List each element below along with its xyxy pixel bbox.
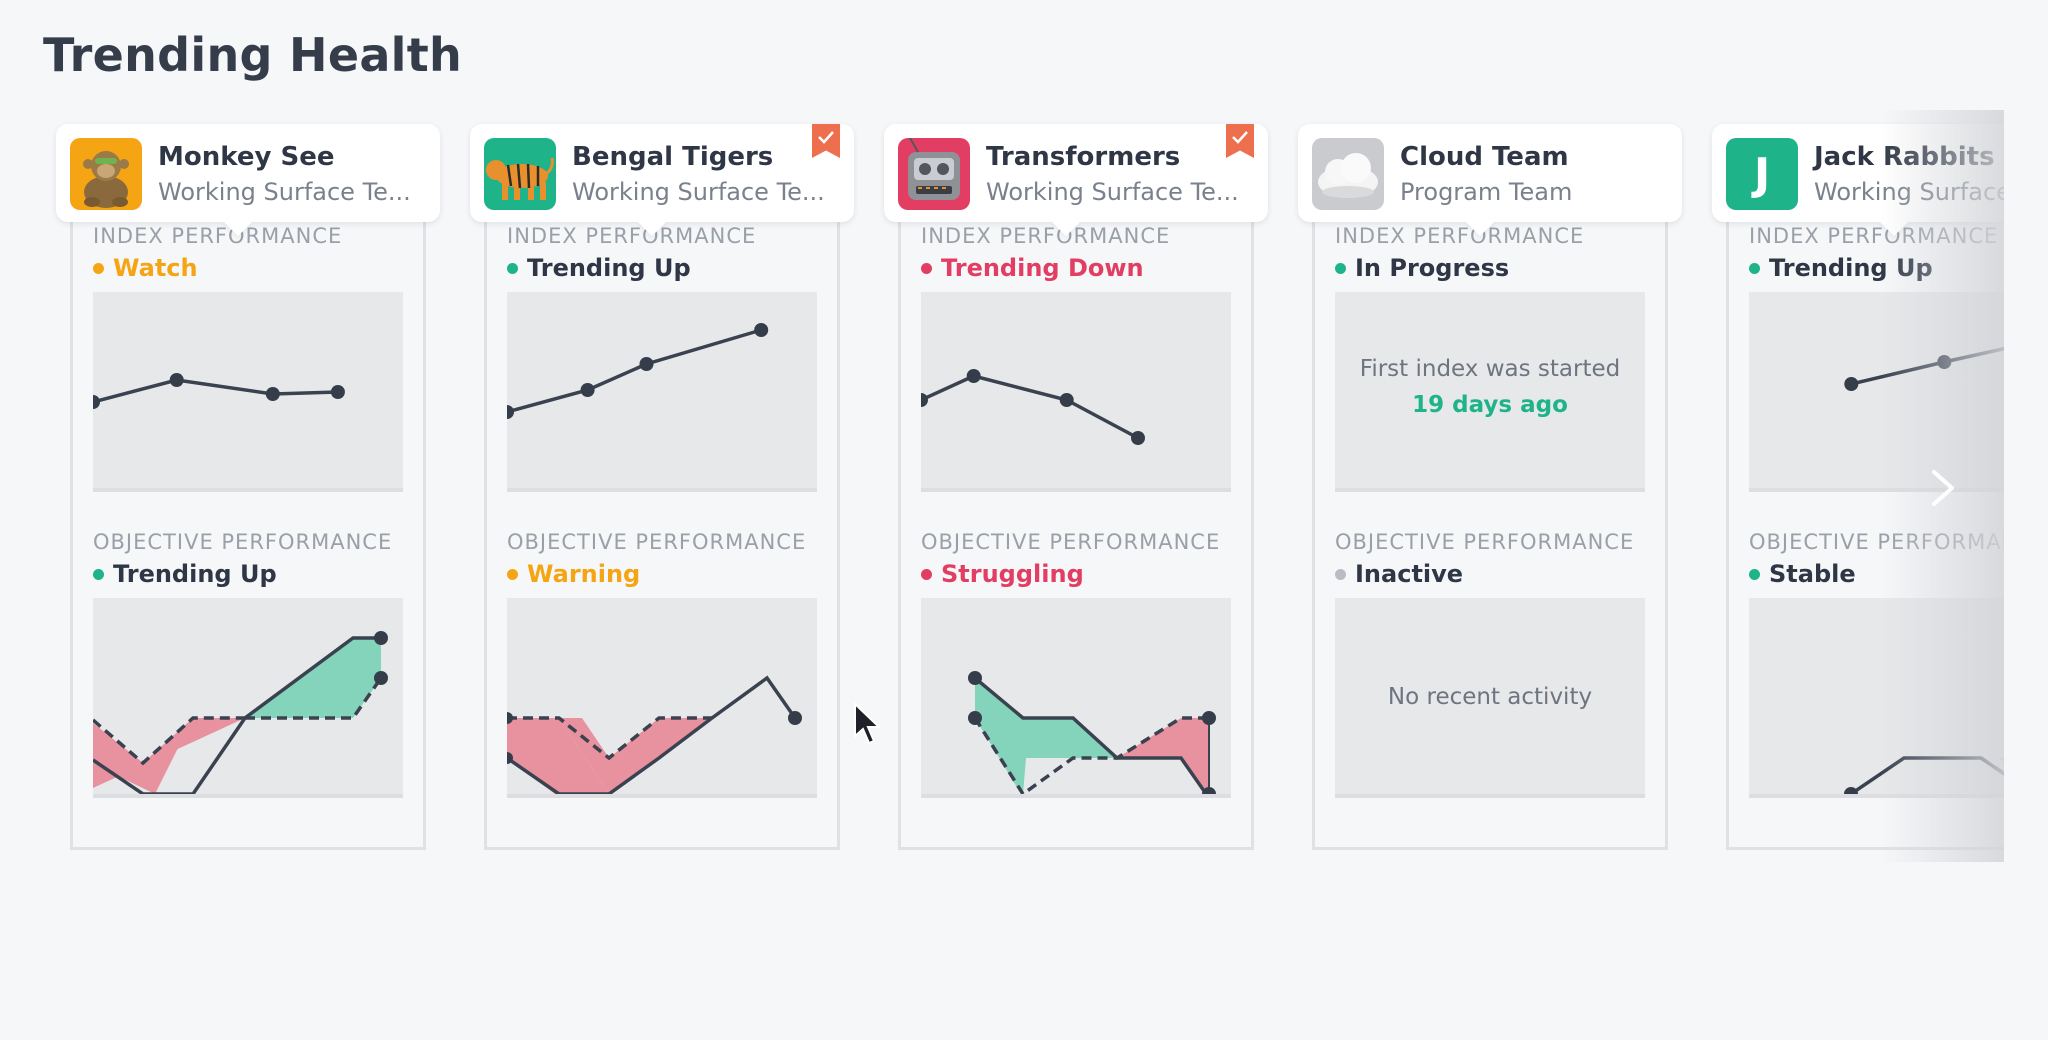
index-performance-label: INDEX PERFORMANCE <box>921 224 1171 248</box>
objective-performance-label: OBJECTIVE PERFORMANCE <box>507 530 807 554</box>
team-card-header[interactable]: Bengal Tigers Working Surface Te... <box>470 124 854 237</box>
index-chart: First index was started 19 days ago <box>1335 292 1645 492</box>
team-name: Bengal Tigers <box>572 142 774 172</box>
team-subtitle: Working Surface Te... <box>986 178 1239 206</box>
objective-status: Inactive <box>1335 560 1463 588</box>
index-status: Trending Up <box>507 254 691 282</box>
index-data-point <box>1131 431 1145 445</box>
team-name: Transformers <box>986 142 1181 172</box>
objective-chart: No recent activity <box>1335 598 1645 798</box>
status-dot <box>507 262 518 274</box>
objective-chart[interactable] <box>93 598 403 798</box>
robot-avatar <box>898 138 970 210</box>
objective-empty-message: No recent activity <box>1387 684 1593 710</box>
index-data-point <box>754 323 769 337</box>
team-card-header[interactable]: Monkey See Working Surface Te... <box>56 124 440 237</box>
index-data-point <box>966 369 981 383</box>
index-data-point <box>1059 393 1074 407</box>
index-data-point <box>507 405 514 419</box>
team-card[interactable]: Monkey See Working Surface Te... INDEX P… <box>56 124 440 864</box>
bookmark-icon[interactable] <box>1226 124 1254 158</box>
team-subtitle: Working Surface Te... <box>158 178 411 206</box>
index-status: Trending Down <box>921 254 1144 282</box>
objective-status: Warning <box>507 560 640 588</box>
team-subtitle: Program Team <box>1400 178 1573 206</box>
index-performance-label: INDEX PERFORMANCE <box>507 224 757 248</box>
index-series-line <box>93 378 338 404</box>
status-dot <box>1335 262 1346 274</box>
status-dot <box>921 262 932 274</box>
index-line-chart <box>93 373 345 409</box>
index-chart[interactable] <box>921 292 1231 492</box>
team-card-header[interactable]: Transformers Working Surface Te... <box>884 124 1268 237</box>
objective-area-chart <box>968 671 1216 794</box>
status-dot <box>1749 568 1760 580</box>
card-body: INDEX PERFORMANCE Watch OBJECTIVE PERFOR… <box>70 194 426 850</box>
status-dot <box>93 568 104 580</box>
objective-performance-label: OBJECTIVE PERFORMANCE <box>921 530 1221 554</box>
objective-area-chart <box>93 631 388 794</box>
index-line-chart <box>921 369 1145 445</box>
index-status: Watch <box>93 254 198 282</box>
index-line-chart <box>507 323 769 419</box>
page-title: Trending Health <box>43 28 463 82</box>
cloud-avatar <box>1312 138 1384 210</box>
monkey-icon <box>83 151 129 208</box>
tiger-avatar <box>484 138 556 210</box>
index-data-point <box>93 395 100 409</box>
objective-status: Struggling <box>921 560 1084 588</box>
objective-status: Stable <box>1749 560 1856 588</box>
index-data-point <box>921 393 928 407</box>
objective-performance-label: OBJECTIVE PERFORMANCE <box>1335 530 1635 554</box>
status-dot <box>921 568 932 580</box>
objective-performance-label: OBJECTIVE PERFORMANCE <box>93 530 393 554</box>
letter-j-avatar: J <box>1726 138 1798 210</box>
card-body: INDEX PERFORMANCE In Progress First inde… <box>1312 194 1668 850</box>
index-data-point <box>639 357 654 371</box>
card-body: INDEX PERFORMANCE Trending Up OBJECTIVE … <box>484 194 840 850</box>
team-carousel: Monkey See Working Surface Te... INDEX P… <box>0 110 2004 870</box>
chevron-right-icon[interactable] <box>1926 468 1960 508</box>
index-data-point <box>330 385 345 399</box>
index-data-point <box>265 387 280 401</box>
robot-icon <box>908 138 960 200</box>
objective-status: Trending Up <box>93 560 277 588</box>
team-card[interactable]: Bengal Tigers Working Surface Te... INDE… <box>470 124 854 864</box>
status-dot <box>507 568 518 580</box>
team-subtitle: Working Surface Te... <box>572 178 825 206</box>
bookmark-icon[interactable] <box>812 124 840 158</box>
status-dot <box>1749 262 1760 274</box>
index-data-point <box>169 373 184 387</box>
team-name: Monkey See <box>158 142 335 172</box>
team-name: Cloud Team <box>1400 142 1569 172</box>
index-status: In Progress <box>1335 254 1509 282</box>
index-performance-label: INDEX PERFORMANCE <box>93 224 343 248</box>
objective-area-chart <box>507 675 802 794</box>
objective-chart[interactable] <box>921 598 1231 798</box>
mouse-cursor-icon <box>854 702 882 745</box>
index-series-line <box>507 328 762 414</box>
status-dot <box>1335 568 1346 580</box>
index-chart[interactable] <box>93 292 403 492</box>
index-data-point <box>580 383 595 397</box>
team-card[interactable]: Cloud Team Program Team INDEX PERFORMANC… <box>1298 124 1682 864</box>
index-data-point <box>1844 377 1859 391</box>
index-performance-label: INDEX PERFORMANCE <box>1335 224 1585 248</box>
team-card-header[interactable]: Cloud Team Program Team <box>1298 124 1682 237</box>
index-chart[interactable] <box>507 292 817 492</box>
tiger-icon <box>486 157 554 200</box>
cloud-icon <box>1318 153 1378 198</box>
monkey-avatar <box>70 138 142 210</box>
objective-chart[interactable] <box>507 598 817 798</box>
status-dot <box>93 262 104 274</box>
index-series-line <box>921 374 1139 440</box>
index-started-ago: 19 days ago <box>1412 392 1568 418</box>
index-empty-message: First index was started <box>1359 356 1621 382</box>
team-card[interactable]: Transformers Working Surface Te... INDEX… <box>884 124 1268 864</box>
card-body: INDEX PERFORMANCE Trending Down OBJECTIV… <box>898 194 1254 850</box>
